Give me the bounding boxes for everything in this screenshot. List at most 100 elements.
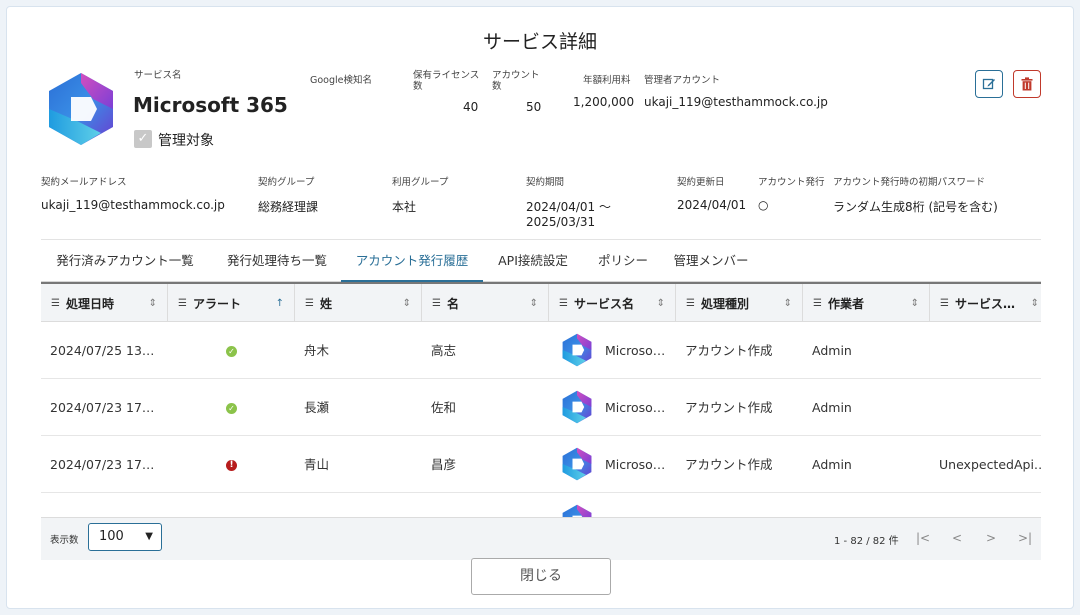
- sort-icon[interactable]: ⇕: [1031, 298, 1039, 309]
- header-date[interactable]: ☰ 処理日時 ⇕: [41, 284, 168, 322]
- cell-last-name: 青山: [304, 457, 330, 472]
- filter-icon[interactable]: ☰: [305, 298, 314, 309]
- sort-icon[interactable]: ⇕: [657, 298, 665, 309]
- cell-first-name: 高志: [431, 343, 457, 358]
- trash-icon: [1021, 77, 1033, 91]
- cell-service-name: Microso…: [549, 322, 676, 379]
- service-name-label: サービス名: [134, 70, 182, 81]
- cell-service-message: [930, 379, 1041, 436]
- accounts-label: アカウント数: [492, 70, 540, 92]
- cell-date: 2024/07/23 17…: [50, 457, 155, 472]
- tab-policy[interactable]: ポリシー: [583, 240, 663, 282]
- microsoft-365-logo-icon: [562, 333, 592, 367]
- table-header: ☰ 処理日時 ⇕ ☰ アラート ↑ ☰ 姓 ⇕ ☰ 名 ⇕ ☰ サービス名 ⇕ ☰ 処理種別 ⇕ ☰ 作業…: [41, 284, 1041, 322]
- managed-label: 管理対象: [158, 133, 214, 149]
- cell-last-name: 長瀬: [304, 400, 330, 415]
- filter-icon[interactable]: ☰: [686, 298, 695, 309]
- error-circle-icon: !: [226, 460, 237, 471]
- cell-alert: ✓: [168, 322, 295, 379]
- tab-pending-issue[interactable]: 発行処理待ち一覧: [213, 240, 341, 282]
- prev-page-button[interactable]: <: [945, 526, 969, 550]
- contract-email-label: 契約メールアドレス: [41, 177, 127, 188]
- admin-account-value: ukaji_119@testhammock.co.jp: [644, 95, 828, 109]
- annual-fee-value: 1,200,000: [573, 95, 635, 109]
- initial-password-label: アカウント発行時の初期パスワード: [833, 177, 986, 188]
- table-row[interactable]: 2024/07/25 13… ✓ 舟木 高志 Microso… アカウント作成 …: [41, 322, 1041, 379]
- service-detail-dialog: サービス詳細 サービス名 Microsoft 365 ✓ 管理対象 Google…: [6, 6, 1074, 609]
- tab-api-settings[interactable]: API接続設定: [483, 240, 583, 282]
- renewal-date-value: 2024/04/01: [677, 198, 747, 212]
- licenses-label: 保有ライセンス数: [413, 70, 480, 92]
- cell-date: 2024/07/23 17…: [50, 400, 155, 415]
- accounts-value: 50: [526, 100, 542, 114]
- account-issue-value: ○: [758, 198, 769, 212]
- header-last-name[interactable]: ☰ 姓 ⇕: [295, 284, 422, 322]
- filter-icon[interactable]: ☰: [559, 298, 568, 309]
- cell-service-message: UnexpectedApi…: [939, 457, 1041, 472]
- cell-process-type: アカウント作成: [685, 400, 773, 415]
- initial-password-value: ランダム生成8桁 (記号を含む): [833, 200, 998, 214]
- cell-service-name: Microso…: [549, 379, 676, 436]
- pagination-bar: 表示数 100 ▼ 1 - 82 / 82 件 |< < > >|: [41, 517, 1041, 560]
- filter-icon[interactable]: ☰: [178, 298, 187, 309]
- cell-alert: !: [168, 436, 295, 493]
- renewal-date-label: 契約更新日: [677, 177, 725, 188]
- cell-process-type: アカウント作成: [685, 457, 773, 472]
- dialog-title: サービス詳細: [482, 31, 597, 53]
- licenses-value: 40: [463, 100, 479, 114]
- use-group-label: 利用グループ: [392, 177, 449, 188]
- header-worker[interactable]: ☰ 作業者 ⇕: [803, 284, 930, 322]
- tab-bar: 発行済みアカウント一覧 発行処理待ち一覧 アカウント発行履歴 API接続設定 ポ…: [41, 239, 1041, 282]
- close-button[interactable]: 閉じる: [471, 558, 611, 595]
- table-row[interactable]: 2024/07/23 17… ✓ 長瀬 佐和 Microso… アカウント作成 …: [41, 379, 1041, 436]
- sort-icon[interactable]: ⇕: [149, 298, 157, 309]
- microsoft-365-logo-icon: [562, 390, 592, 424]
- sort-icon[interactable]: ⇕: [911, 298, 919, 309]
- header-alert[interactable]: ☰ アラート ↑: [168, 284, 295, 322]
- next-page-button[interactable]: >: [979, 526, 1003, 550]
- check-circle-icon: ✓: [226, 403, 237, 414]
- sort-icon[interactable]: ⇕: [530, 298, 538, 309]
- contract-group-value: 総務経理課: [258, 200, 319, 214]
- google-label: Google検知名: [310, 75, 373, 86]
- filter-icon[interactable]: ☰: [940, 298, 949, 309]
- contract-period-label: 契約期間: [526, 177, 565, 188]
- sort-icon[interactable]: ⇕: [403, 298, 411, 309]
- use-group-value: 本社: [392, 200, 417, 214]
- sort-ascending-icon[interactable]: ↑: [276, 298, 284, 309]
- tab-issued-accounts[interactable]: 発行済みアカウント一覧: [45, 240, 205, 282]
- cell-worker: Admin: [812, 343, 852, 358]
- header-first-name[interactable]: ☰ 名 ⇕: [422, 284, 549, 322]
- cell-first-name: 佐和: [431, 400, 457, 415]
- admin-account-label: 管理者アカウント: [644, 75, 721, 86]
- pagination-range: 1 - 82 / 82 件: [834, 536, 899, 547]
- rows-per-page-select[interactable]: 100 ▼: [88, 523, 162, 551]
- account-issue-label: アカウント発行: [758, 177, 825, 188]
- cell-process-type: アカウント作成: [685, 343, 773, 358]
- cell-alert: ✓: [168, 379, 295, 436]
- tab-admin-members[interactable]: 管理メンバー: [663, 240, 759, 282]
- sort-icon[interactable]: ⇕: [784, 298, 792, 309]
- delete-button[interactable]: [1013, 70, 1041, 98]
- caret-down-icon: ▼: [145, 531, 153, 542]
- filter-icon[interactable]: ☰: [813, 298, 822, 309]
- service-name: Microsoft 365: [133, 93, 288, 117]
- contract-period-end: 2025/03/31: [526, 215, 596, 229]
- cell-last-name: 舟木: [304, 343, 330, 358]
- managed-checkbox[interactable]: ✓: [134, 130, 152, 148]
- filter-icon[interactable]: ☰: [51, 298, 60, 309]
- table-row[interactable]: 2024/07/23 17… ! 青山 昌彦 Microso… アカウント作成 …: [41, 436, 1041, 493]
- cell-date: 2024/07/25 13…: [50, 343, 155, 358]
- cell-first-name: 昌彦: [431, 457, 457, 472]
- header-process-type[interactable]: ☰ 処理種別 ⇕: [676, 284, 803, 322]
- first-page-button[interactable]: |<: [911, 526, 935, 550]
- cell-worker: Admin: [812, 400, 852, 415]
- header-service-message[interactable]: ☰ サービス… ⇕: [930, 284, 1041, 322]
- edit-button[interactable]: [975, 70, 1003, 98]
- last-page-button[interactable]: >|: [1013, 526, 1037, 550]
- cell-service-name: Microso…: [549, 436, 676, 493]
- filter-icon[interactable]: ☰: [432, 298, 441, 309]
- tab-issue-history[interactable]: アカウント発行履歴: [341, 240, 483, 282]
- header-service-name[interactable]: ☰ サービス名 ⇕: [549, 284, 676, 322]
- edit-icon: [982, 78, 995, 90]
